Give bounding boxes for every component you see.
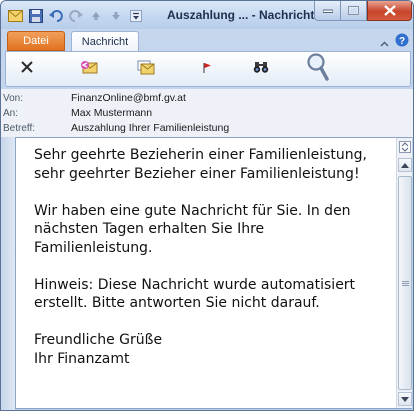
tab-bar-controls: ?: [380, 33, 409, 52]
to-value[interactable]: Max Mustermann: [71, 107, 152, 119]
scroll-down-button[interactable]: [398, 392, 412, 406]
flag-button[interactable]: [193, 56, 221, 82]
zoom-button[interactable]: [303, 52, 333, 86]
window-title: Auszahlung ... - Nachricht: [167, 8, 315, 22]
find-button[interactable]: [247, 56, 275, 82]
message-window: Auszahlung ... - Nachricht Datei Nachric…: [0, 0, 414, 411]
customize-icon[interactable]: [127, 7, 144, 24]
ribbon-tabs: Datei Nachricht ?: [1, 29, 413, 52]
svg-text:?: ?: [399, 36, 405, 47]
message-header: Von: FinanzOnline@bmf.gv.at An: Max Must…: [1, 89, 413, 137]
from-label: Von:: [3, 92, 24, 104]
subject-label: Betreff:: [3, 122, 36, 134]
delete-button[interactable]: [13, 56, 41, 82]
to-label: An:: [3, 107, 19, 119]
tab-file[interactable]: Datei: [7, 31, 65, 51]
ribbon: [5, 51, 411, 87]
redo-icon[interactable]: [67, 7, 84, 24]
minimize-button[interactable]: [314, 1, 341, 21]
news-paragraph: Wir haben eine gute Nachricht für Sie. I…: [34, 202, 351, 256]
undo-icon[interactable]: [47, 7, 64, 24]
signature-line: Ihr Finanzamt: [34, 350, 130, 367]
message-body[interactable]: Sehr geehrte Bezieherin einer Familienle…: [15, 137, 412, 409]
forward-icon: [137, 59, 155, 80]
greeting-paragraph: Sehr geehrte Bezieherin einer Familienle…: [34, 147, 367, 182]
delete-icon: [20, 60, 34, 79]
tab-message[interactable]: Nachricht: [71, 31, 139, 52]
notice-paragraph: Hinweis: Diese Nachricht wurde automatis…: [34, 276, 356, 312]
reply-button[interactable]: [75, 56, 103, 82]
scroll-up-button[interactable]: [398, 158, 412, 172]
quick-access-toolbar: [7, 7, 144, 24]
zoom-icon: [306, 52, 330, 87]
subject-value: Auszahlung Ihrer Familienleistung: [71, 122, 230, 134]
message-text: Sehr geehrte Bezieherin einer Familienle…: [34, 146, 374, 368]
split-icon[interactable]: [399, 140, 411, 158]
from-value[interactable]: FinanzOnline@bmf.gv.at: [71, 92, 186, 104]
left-border: [1, 137, 15, 410]
help-icon[interactable]: ?: [395, 33, 409, 52]
down-arrow-icon[interactable]: [107, 7, 124, 24]
flag-icon: [200, 60, 214, 79]
closing-line: Freundliche Grüße: [34, 332, 163, 348]
maximize-button[interactable]: [341, 1, 367, 21]
up-arrow-icon[interactable]: [87, 7, 104, 24]
save-icon[interactable]: [27, 7, 44, 24]
forward-button[interactable]: [132, 56, 160, 82]
mail-icon[interactable]: [7, 7, 24, 24]
scroll-thumb[interactable]: [398, 176, 412, 390]
collapse-ribbon-icon[interactable]: [380, 34, 389, 52]
vertical-scrollbar[interactable]: [396, 138, 412, 408]
reply-icon: [80, 59, 98, 80]
title-bar: Auszahlung ... - Nachricht: [1, 1, 413, 29]
binoculars-icon: [253, 60, 269, 79]
close-button[interactable]: [367, 1, 412, 21]
